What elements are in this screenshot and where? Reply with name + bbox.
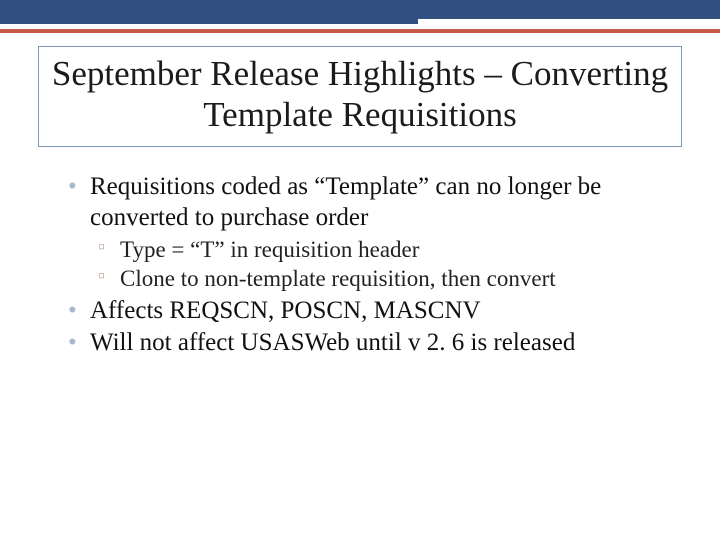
bullet-level-1: Requisitions coded as “Template” can no … bbox=[68, 172, 678, 233]
bullet-level-2: Type = “T” in requisition header bbox=[68, 235, 678, 264]
sub-bullets: Type = “T” in requisition header Clone t… bbox=[68, 235, 678, 294]
bullet-level-1: Will not affect USASWeb until v 2. 6 is … bbox=[68, 328, 678, 359]
slide-title: September Release Highlights – Convertin… bbox=[38, 46, 682, 147]
header-cutout bbox=[418, 19, 720, 37]
bullet-level-2: Clone to non-template requisition, then … bbox=[68, 264, 678, 293]
slide-body: Requisitions coded as “Template” can no … bbox=[68, 172, 678, 361]
bullet-level-1: Affects REQSCN, POSCN, MASCNV bbox=[68, 296, 678, 327]
accent-rule bbox=[0, 29, 720, 33]
